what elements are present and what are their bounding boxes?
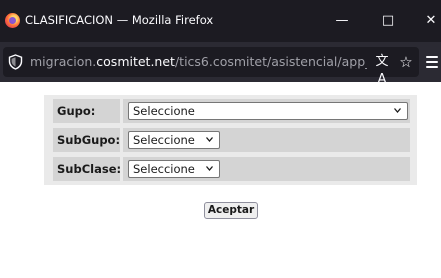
- bookmark-star-icon[interactable]: ☆: [396, 53, 416, 71]
- firefox-icon: [5, 13, 20, 28]
- navigation-toolbar: migracion.cosmitet.net/tics6.cosmitet/as…: [0, 42, 441, 87]
- subclase-cell: Seleccione: [123, 157, 410, 181]
- url-subdomain: migracion.: [30, 54, 97, 69]
- maximize-button[interactable]: □: [373, 8, 403, 34]
- url-domain: cosmitet.net: [96, 54, 175, 69]
- subgrupo-select[interactable]: Seleccione: [128, 131, 220, 149]
- url-text[interactable]: migracion.cosmitet.net/tics6.cosmitet/as…: [30, 53, 367, 71]
- menu-icon[interactable]: [426, 55, 438, 69]
- grupo-select[interactable]: Seleccione: [128, 102, 408, 120]
- subclase-select[interactable]: Seleccione: [128, 160, 220, 178]
- chevron-down-icon: [206, 166, 213, 171]
- grupo-select-value: Seleccione: [133, 104, 195, 118]
- form-row-grupo: Gupo: Seleccione: [53, 99, 410, 123]
- minimize-button[interactable]: —: [327, 8, 357, 34]
- url-bar[interactable]: migracion.cosmitet.net/tics6.cosmitet/as…: [3, 47, 419, 87]
- classification-form: Gupo: Seleccione SubGupo: Seleccione Sub…: [44, 95, 417, 185]
- subgrupo-cell: Seleccione: [123, 128, 410, 152]
- subclase-select-value: Seleccione: [133, 162, 195, 176]
- chevron-down-icon: [394, 108, 401, 113]
- window-titlebar: CLASIFICACION — Mozilla Firefox — □ ✕: [0, 0, 441, 42]
- shield-icon[interactable]: [8, 54, 23, 70]
- subclase-label: SubClase:: [53, 157, 121, 181]
- form-row-subgrupo: SubGupo: Seleccione: [53, 128, 410, 152]
- form-row-subclase: SubClase: Seleccione: [53, 157, 410, 181]
- grupo-label: Gupo:: [53, 99, 120, 123]
- chevron-down-icon: [206, 137, 213, 142]
- page-content: Gupo: Seleccione SubGupo: Seleccione Sub…: [0, 82, 441, 278]
- url-path: /tics6.cosmitet/asistencial/app_modul: [174, 54, 367, 69]
- accept-button[interactable]: Aceptar: [204, 202, 258, 219]
- window-title: CLASIFICACION — Mozilla Firefox: [25, 13, 214, 27]
- translate-icon[interactable]: 文A: [372, 53, 392, 87]
- subgrupo-select-value: Seleccione: [133, 133, 195, 147]
- grupo-cell: Seleccione: [123, 99, 410, 123]
- close-button[interactable]: ✕: [416, 8, 441, 34]
- subgrupo-label: SubGupo:: [53, 128, 120, 152]
